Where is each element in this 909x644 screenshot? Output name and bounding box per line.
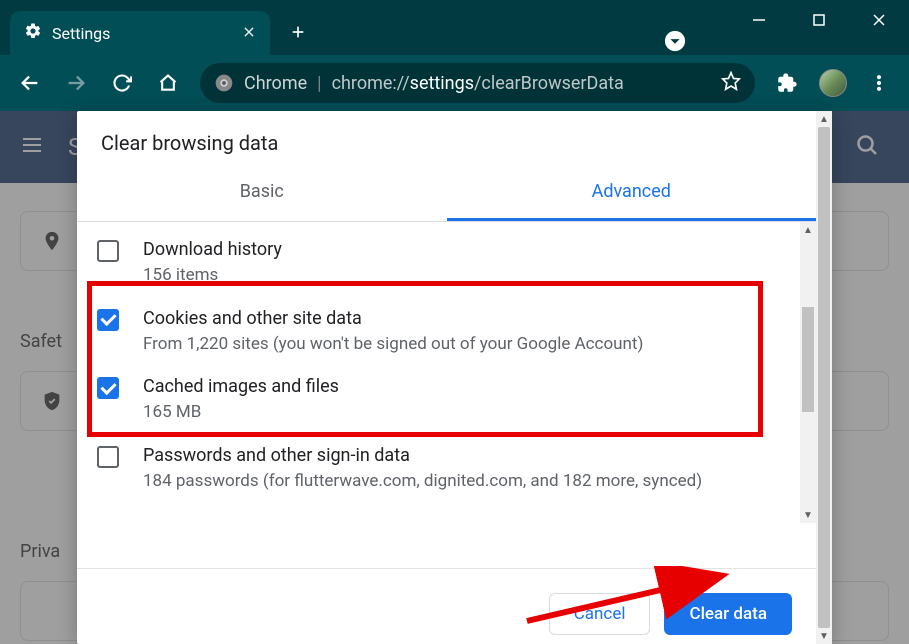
- dialog-title: Clear browsing data: [77, 111, 816, 165]
- option-subtitle: 156 items: [143, 263, 796, 289]
- option-title: Passwords and other sign-in data: [143, 442, 796, 469]
- checkbox[interactable]: [97, 240, 119, 262]
- cancel-button[interactable]: Cancel: [549, 593, 651, 635]
- extensions-button[interactable]: [767, 63, 807, 103]
- window-controls: [729, 0, 909, 40]
- option-passwords[interactable]: Passwords and other sign-in data 184 pas…: [77, 434, 816, 503]
- maximize-button[interactable]: [789, 0, 849, 40]
- option-title: Download history: [143, 236, 796, 263]
- tab-basic[interactable]: Basic: [77, 165, 447, 221]
- option-title: Cached images and files: [143, 373, 796, 400]
- checkbox[interactable]: [97, 377, 119, 399]
- option-download-history[interactable]: Download history 156 items: [77, 228, 816, 297]
- option-title: Cookies and other site data: [143, 305, 796, 332]
- checkbox[interactable]: [97, 309, 119, 331]
- checkbox[interactable]: [97, 446, 119, 468]
- home-button[interactable]: [148, 63, 188, 103]
- option-cookies[interactable]: Cookies and other site data From 1,220 s…: [77, 297, 816, 366]
- dialog-tabs: Basic Advanced: [77, 165, 816, 222]
- option-subtitle: 184 passwords (for flutterwave.com, dign…: [143, 469, 796, 495]
- close-window-button[interactable]: [849, 0, 909, 40]
- tab-search-icon[interactable]: [664, 30, 686, 56]
- browser-toolbar: Chrome | chrome://settings/clearBrowserD…: [0, 55, 909, 111]
- gear-icon: [24, 22, 42, 44]
- option-subtitle: From 1,220 sites (you won't be signed ou…: [143, 332, 796, 358]
- list-scrollbar[interactable]: ▲ ▼: [800, 222, 816, 523]
- back-button[interactable]: [10, 63, 50, 103]
- reload-button[interactable]: [102, 63, 142, 103]
- minimize-button[interactable]: [729, 0, 789, 40]
- address-bar[interactable]: Chrome | chrome://settings/clearBrowserD…: [200, 63, 755, 103]
- clear-data-button[interactable]: Clear data: [664, 593, 792, 635]
- forward-button[interactable]: [56, 63, 96, 103]
- new-tab-button[interactable]: [280, 14, 316, 50]
- option-cached-images[interactable]: Cached images and files 165 MB: [77, 365, 816, 434]
- menu-button[interactable]: [859, 63, 899, 103]
- bookmark-star-icon[interactable]: [721, 71, 741, 95]
- dialog-scrollbar[interactable]: ▲ ▼: [816, 111, 832, 644]
- browser-tab-settings[interactable]: Settings: [10, 11, 270, 55]
- profile-avatar[interactable]: [819, 69, 847, 97]
- dialog-footer: Cancel Clear data: [77, 568, 816, 644]
- tab-title: Settings: [52, 24, 242, 43]
- chrome-icon: [214, 73, 234, 93]
- url-text: Chrome | chrome://settings/clearBrowserD…: [244, 73, 624, 94]
- options-list: Download history 156 items Cookies and o…: [77, 222, 816, 568]
- option-subtitle: 165 MB: [143, 400, 796, 426]
- close-icon[interactable]: [242, 24, 256, 43]
- tab-advanced[interactable]: Advanced: [447, 165, 817, 221]
- clear-browsing-data-dialog: Clear browsing data Basic Advanced Downl…: [77, 111, 832, 644]
